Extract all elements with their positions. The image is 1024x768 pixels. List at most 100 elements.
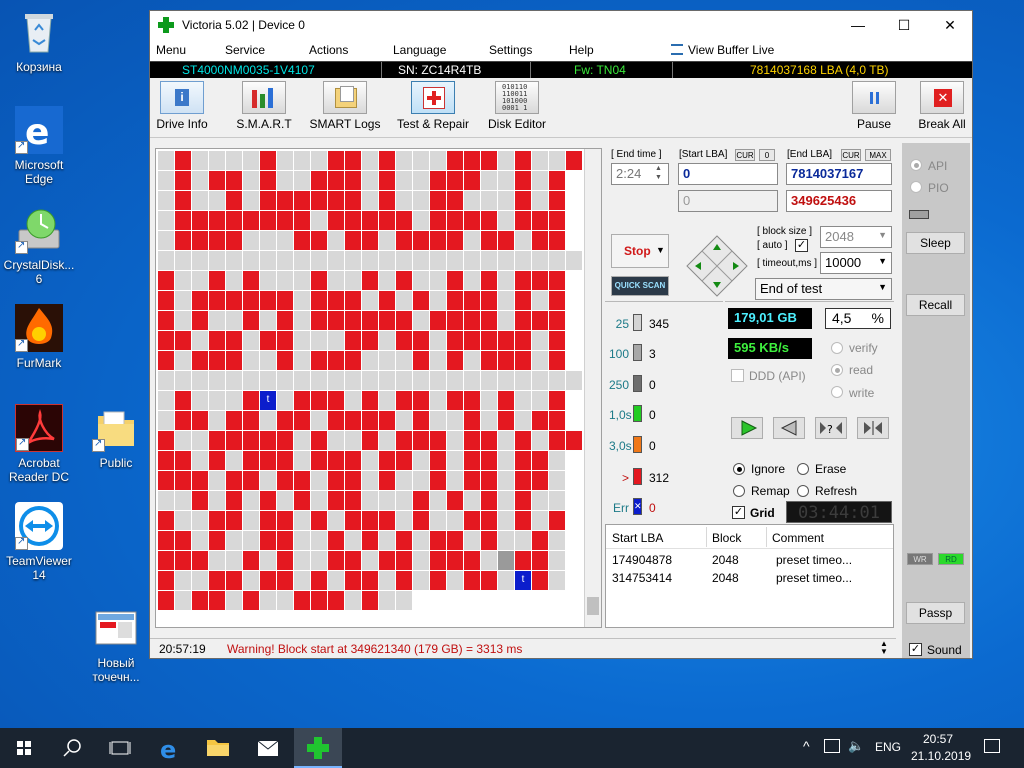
scan-block bbox=[464, 411, 480, 430]
taskbar-victoria[interactable] bbox=[294, 728, 342, 768]
smart-logs-button[interactable]: SMART Logs bbox=[308, 81, 382, 131]
verify-radio[interactable] bbox=[831, 342, 843, 354]
menu-actions[interactable]: Actions bbox=[309, 43, 348, 57]
column-header-comment[interactable]: Comment bbox=[772, 531, 824, 545]
notifications-icon[interactable] bbox=[984, 739, 1000, 753]
ddd-api-checkbox[interactable] bbox=[731, 369, 744, 382]
network-icon[interactable] bbox=[824, 739, 840, 753]
end-lba-cur-button[interactable]: CUR bbox=[841, 149, 861, 161]
quick-scan-button[interactable]: QUICK SCAN bbox=[611, 276, 669, 296]
scan-block bbox=[277, 231, 293, 250]
timeout-select[interactable]: 10000 ▼ bbox=[820, 252, 892, 274]
passp-button[interactable]: Passp bbox=[906, 602, 965, 624]
scan-block bbox=[362, 271, 378, 290]
scan-block bbox=[158, 271, 174, 290]
menu-language[interactable]: Language bbox=[393, 43, 446, 57]
sleep-button[interactable]: Sleep bbox=[906, 232, 965, 254]
scan-block bbox=[396, 211, 412, 230]
start-button[interactable] bbox=[0, 728, 48, 768]
play-reverse-button[interactable] bbox=[773, 417, 805, 439]
end-action-select[interactable]: End of test ▼ bbox=[755, 278, 892, 300]
block-size-label: [ block size ] bbox=[757, 226, 813, 237]
start-lba-input[interactable]: 0 bbox=[678, 163, 778, 185]
random-seek-button[interactable]: ? bbox=[815, 417, 847, 439]
maximize-button[interactable]: ☐ bbox=[881, 11, 927, 40]
scan-block bbox=[175, 171, 191, 190]
menu-bar: Menu Service Actions Language Settings H… bbox=[150, 40, 972, 61]
disk-editor-button[interactable]: 010110 110011 101000 0001 1 Disk Editor bbox=[484, 81, 550, 131]
minimize-button[interactable]: — bbox=[835, 11, 881, 40]
view-buffer-live[interactable]: View Buffer Live bbox=[688, 43, 774, 57]
scrollbar-thumb[interactable] bbox=[587, 597, 599, 615]
end-lba-max-button[interactable]: MAX bbox=[865, 149, 891, 161]
block-size-select[interactable]: 2048 ▼ bbox=[820, 226, 892, 248]
ignore-radio[interactable] bbox=[733, 463, 745, 475]
remap-radio[interactable] bbox=[733, 485, 745, 497]
pause-button[interactable]: Pause bbox=[850, 81, 898, 131]
title-bar[interactable]: Victoria 5.02 | Device 0 — ☐ ✕ bbox=[150, 11, 972, 40]
column-header-start-lba[interactable]: Start LBA bbox=[612, 531, 663, 545]
clock-date[interactable]: 21.10.2019 bbox=[911, 749, 971, 763]
desktop-icon-acrobat[interactable]: Acrobat Reader DC bbox=[1, 404, 77, 484]
desktop-icon-teamviewer[interactable]: TeamViewer 14 bbox=[1, 502, 77, 582]
scan-block bbox=[243, 551, 259, 570]
stop-button[interactable]: Stop ▼ bbox=[611, 234, 669, 268]
pio-radio[interactable] bbox=[910, 181, 922, 193]
desktop-icon-furmark[interactable]: FurMark bbox=[1, 304, 77, 370]
menu-help[interactable]: Help bbox=[569, 43, 594, 57]
play-forward-button[interactable] bbox=[731, 417, 763, 439]
smart-button[interactable]: S.M.A.R.T bbox=[232, 81, 296, 131]
menu-settings[interactable]: Settings bbox=[489, 43, 532, 57]
drive-capacity: 7814037168 LBA (4,0 TB) bbox=[750, 63, 889, 77]
shortcut-arrow-icon bbox=[15, 535, 28, 550]
test-repair-button[interactable]: Test & Repair bbox=[393, 81, 473, 131]
scan-block bbox=[277, 551, 293, 570]
scan-block bbox=[311, 291, 327, 310]
taskbar-mail[interactable] bbox=[244, 728, 292, 768]
grid-checkbox[interactable]: ✓ bbox=[732, 506, 745, 519]
clock-time[interactable]: 20:57 bbox=[923, 732, 953, 746]
desktop-icon-edge[interactable]: e Microsoft Edge bbox=[1, 106, 77, 186]
scan-block bbox=[481, 211, 497, 230]
api-radio[interactable] bbox=[910, 159, 922, 171]
start-lba-zero-button[interactable]: 0 bbox=[759, 149, 775, 161]
end-time-spinner[interactable]: ▲ ▼ bbox=[655, 164, 667, 184]
show-hidden-icons[interactable]: ^ bbox=[803, 738, 810, 754]
drive-info-button[interactable]: i Drive Info bbox=[154, 81, 210, 131]
butterfly-button[interactable] bbox=[857, 417, 889, 439]
write-radio[interactable] bbox=[831, 386, 843, 398]
task-view-button[interactable] bbox=[96, 728, 144, 768]
desktop-icon-recycle-bin[interactable]: Корзина bbox=[1, 8, 77, 74]
search-button[interactable] bbox=[48, 728, 96, 768]
taskbar-explorer[interactable] bbox=[194, 728, 242, 768]
scan-block bbox=[515, 151, 531, 170]
volume-icon[interactable]: 🔈 bbox=[848, 738, 864, 754]
sound-checkbox[interactable]: ✓ bbox=[909, 643, 922, 656]
erase-radio[interactable] bbox=[797, 463, 809, 475]
read-radio[interactable] bbox=[831, 364, 843, 376]
scan-block bbox=[345, 271, 361, 290]
scan-block bbox=[447, 311, 463, 330]
menu-service[interactable]: Service bbox=[225, 43, 265, 57]
taskbar-edge[interactable]: e bbox=[146, 728, 194, 768]
language-indicator[interactable]: ENG bbox=[875, 740, 901, 754]
table-row[interactable]: 174904878 2048 preset timeo... bbox=[606, 551, 893, 569]
direction-pad[interactable] bbox=[685, 234, 748, 297]
desktop-icon-bitmap[interactable]: Новый точечн... bbox=[78, 604, 154, 684]
desktop-icon-crystaldisk[interactable]: CrystalDisk... 6 bbox=[1, 206, 77, 286]
close-button[interactable]: ✕ bbox=[927, 11, 973, 40]
break-all-button[interactable]: ✕ Break All bbox=[916, 81, 968, 131]
column-header-block[interactable]: Block bbox=[712, 531, 741, 545]
grid-scrollbar[interactable] bbox=[584, 149, 601, 627]
start-lba-cur-button[interactable]: CUR bbox=[735, 149, 755, 161]
status-scroll-icon[interactable]: ▲ ▼ bbox=[880, 640, 888, 656]
auto-block-size-checkbox[interactable]: ✓ bbox=[795, 239, 808, 252]
refresh-radio[interactable] bbox=[797, 485, 809, 497]
end-lba-input[interactable]: 7814037167 bbox=[786, 163, 892, 185]
verify-label: verify bbox=[849, 341, 878, 355]
menu-menu[interactable]: Menu bbox=[156, 43, 186, 57]
wr-indicator: WR bbox=[907, 553, 933, 565]
table-row[interactable]: 314753414 2048 preset timeo... bbox=[606, 569, 893, 587]
desktop-icon-public[interactable]: Public bbox=[78, 404, 154, 470]
recall-button[interactable]: Recall bbox=[906, 294, 965, 316]
